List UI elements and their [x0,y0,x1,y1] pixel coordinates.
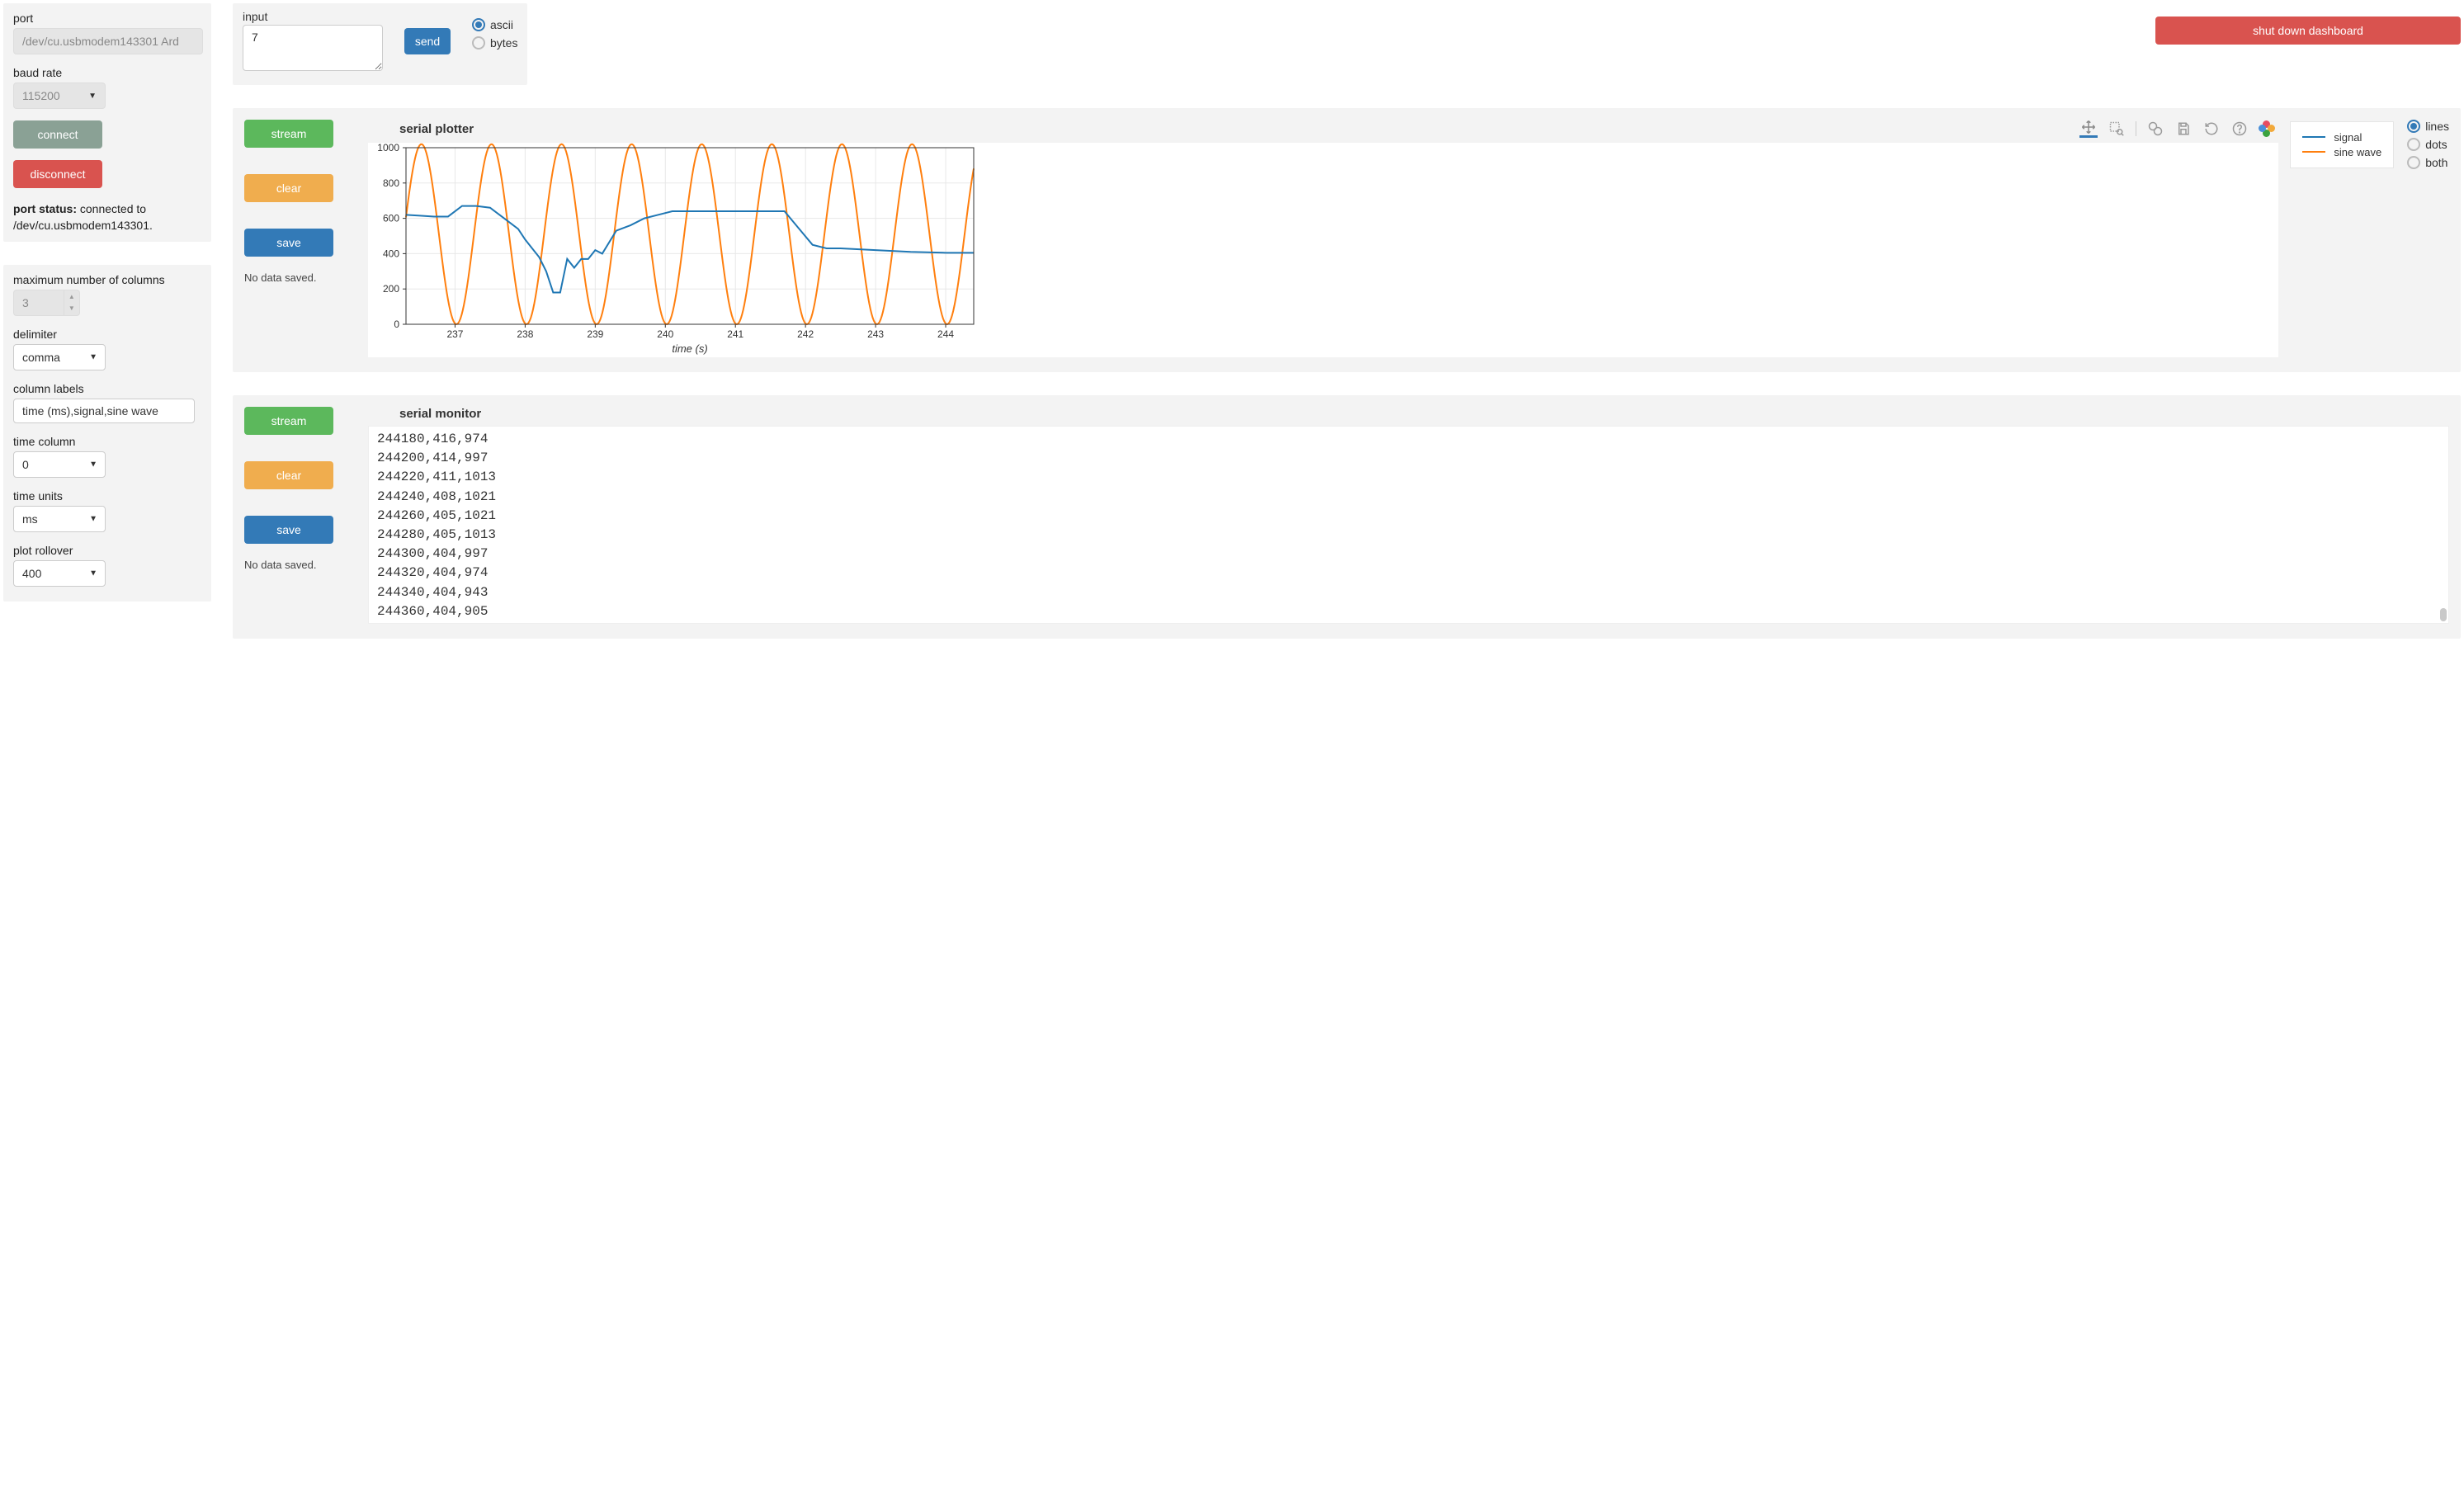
monitor-save-button[interactable]: save [244,516,333,544]
radio-unselected-icon [472,36,485,50]
plot-canvas[interactable]: 0 200 400 600 800 1000 237 238 239 240 241 242 243 24… [368,143,979,357]
radio-unselected-icon [2407,138,2420,151]
svg-text:238: 238 [517,328,533,340]
plotter-panel: stream clear save No data saved. serial … [233,108,2461,372]
svg-text:244: 244 [937,328,954,340]
input-label: input [243,10,383,23]
shutdown-button[interactable]: shut down dashboard [2155,17,2461,45]
reset-icon[interactable] [2202,120,2221,138]
spinner-down-icon[interactable]: ▼ [64,302,79,314]
radio-unselected-icon [2407,156,2420,169]
wheel-zoom-icon[interactable] [2146,120,2164,138]
port-status: port status: connected to /dev/cu.usbmod… [13,201,201,234]
input-panel: input 7 send ascii bytes [233,3,527,85]
time-col-label: time column [13,435,201,448]
baud-label: baud rate [13,66,201,79]
plot-legend[interactable]: signal sine wave [2290,121,2394,168]
port-label: port [13,12,201,25]
svg-text:237: 237 [446,328,463,340]
time-units-select[interactable]: ms [13,506,106,532]
svg-text:400: 400 [383,248,399,259]
connect-button[interactable]: connect [13,120,102,149]
send-button[interactable]: send [404,28,451,54]
svg-text:242: 242 [797,328,814,340]
max-cols-input[interactable]: 3 ▲ ▼ [13,290,80,316]
delimiter-select[interactable]: comma [13,344,106,370]
save-icon[interactable] [2174,120,2193,138]
help-icon[interactable] [2230,120,2249,138]
svg-text:241: 241 [727,328,743,340]
svg-text:800: 800 [383,177,399,189]
monitor-status: No data saved. [244,559,356,571]
spinner-up-icon[interactable]: ▲ [64,290,79,302]
plotter-clear-button[interactable]: clear [244,174,333,202]
config-panel: maximum number of columns 3 ▲ ▼ delimite… [3,265,211,602]
radio-selected-icon [472,18,485,31]
svg-text:time (s): time (s) [672,342,707,355]
monitor-panel: stream clear save No data saved. serial … [233,395,2461,639]
monitor-clear-button[interactable]: clear [244,461,333,489]
plot-style-lines[interactable]: lines [2407,120,2449,133]
input-textarea[interactable]: 7 [243,25,383,71]
svg-text:1000: 1000 [377,143,399,153]
svg-text:243: 243 [867,328,884,340]
box-zoom-icon[interactable] [2108,120,2126,138]
radio-selected-icon [2407,120,2420,133]
scrollbar-thumb[interactable] [2440,608,2447,621]
connection-panel: port /dev/cu.usbmodem143301 Ard baud rat… [3,3,211,242]
time-units-label: time units [13,489,201,503]
input-mode-radio-group: ascii bytes [472,10,517,50]
bokeh-logo-icon[interactable] [2259,120,2275,137]
input-mode-bytes[interactable]: bytes [472,36,517,50]
pan-icon[interactable] [2079,120,2098,138]
baud-select[interactable]: 115200 [13,83,106,109]
monitor-title: serial monitor [399,407,481,421]
col-labels-input[interactable] [13,399,195,423]
time-col-select[interactable]: 0 [13,451,106,478]
plotter-stream-button[interactable]: stream [244,120,333,148]
svg-text:600: 600 [383,213,399,224]
rollover-label: plot rollover [13,544,201,557]
plotter-title: serial plotter [399,122,474,136]
plot-style-radio-group: lines dots both [2407,120,2449,169]
input-mode-ascii[interactable]: ascii [472,18,517,31]
plotter-save-button[interactable]: save [244,229,333,257]
plot-style-both[interactable]: both [2407,156,2449,169]
svg-text:200: 200 [383,283,399,295]
monitor-output[interactable]: 244180,416,974244200,414,997244220,411,1… [368,426,2449,624]
rollover-select[interactable]: 400 [13,560,106,587]
plot-style-dots[interactable]: dots [2407,138,2449,151]
svg-text:240: 240 [657,328,673,340]
svg-text:0: 0 [394,319,399,330]
monitor-stream-button[interactable]: stream [244,407,333,435]
svg-text:239: 239 [587,328,603,340]
plotter-status: No data saved. [244,271,356,284]
max-cols-label: maximum number of columns [13,273,201,286]
delimiter-label: delimiter [13,328,201,341]
port-select[interactable]: /dev/cu.usbmodem143301 Ard [13,28,203,54]
col-labels-label: column labels [13,382,201,395]
disconnect-button[interactable]: disconnect [13,160,102,188]
plot-toolbar [2079,120,2275,138]
